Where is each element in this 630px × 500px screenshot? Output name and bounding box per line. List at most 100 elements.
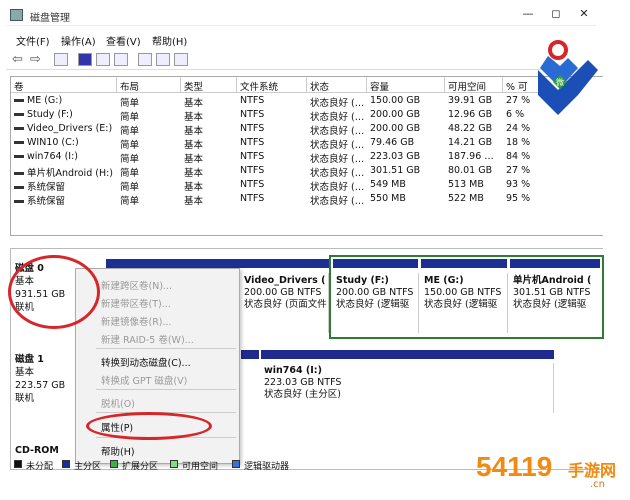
partition-win764[interactable]: win764 (I:) 223.03 GB NTFS 状态良好 (主分区) xyxy=(261,363,554,413)
menu-help[interactable]: 帮助(H) xyxy=(152,33,187,48)
volume-name-cell[interactable]: Video_Drivers (E:) xyxy=(11,123,117,137)
forward-arrow-icon[interactable]: ⇨ xyxy=(30,52,41,67)
capacity-cell: 150.00 GB xyxy=(370,95,421,106)
volume-name-cell[interactable]: 系统保留 xyxy=(11,193,117,207)
partition-bar xyxy=(241,350,259,359)
volume-name: 系统保留 xyxy=(27,196,66,207)
help-book-icon[interactable] xyxy=(78,53,92,66)
status-cell: 状态良好 (… xyxy=(310,112,365,123)
view-icon[interactable] xyxy=(114,53,128,66)
legend-primary: 主分区 xyxy=(74,462,102,472)
type-cell: 基本 xyxy=(184,98,204,109)
watermark-number: 54119 xyxy=(476,451,553,482)
capacity-cell: 301.51 GB xyxy=(370,165,421,176)
partition-bar xyxy=(333,259,418,268)
watermark-url: .cn xyxy=(590,479,606,490)
menu-bar: 文件(F) 操作(A) 查看(V) 帮助(H) xyxy=(6,30,596,48)
volume-name-cell[interactable]: Study (F:) xyxy=(11,109,117,123)
menu-new-striped-volume[interactable]: 新建带区卷(T)... xyxy=(101,296,171,310)
properties-icon[interactable] xyxy=(174,53,188,66)
menu-separator xyxy=(96,389,236,390)
minimize-button[interactable]: — xyxy=(516,6,540,22)
menu-file[interactable]: 文件(F) xyxy=(16,33,50,48)
capacity-cell: 223.03 GB xyxy=(370,151,421,162)
menu-new-mirrored-volume[interactable]: 新建镜像卷(R)... xyxy=(101,314,172,328)
free-space-cell: 48.22 GB xyxy=(448,123,493,134)
volume-name: 系统保留 xyxy=(27,182,66,193)
list-icon[interactable] xyxy=(96,53,110,66)
menu-offline[interactable]: 脱机(O) xyxy=(101,396,135,410)
menu-new-raid5-volume[interactable]: 新建 RAID-5 卷(W)... xyxy=(101,332,194,346)
volume-name: Study (F:) xyxy=(27,109,73,120)
column-header-filesystem[interactable]: 文件系统 xyxy=(237,77,307,93)
partition-status: 状态良好 (逻辑驱 xyxy=(424,299,498,310)
menu-action[interactable]: 操作(A) xyxy=(61,33,96,48)
status-cell: 状态良好 (… xyxy=(310,98,365,109)
status-cell: 状态良好 (… xyxy=(310,140,365,151)
partition-video-drivers[interactable]: Video_Drivers ( 200.00 GB NTFS 状态良好 (页面文… xyxy=(241,273,329,333)
volume-name-cell[interactable]: 单片机Android (H:) xyxy=(11,165,117,179)
volume-name-cell[interactable]: win764 (I:) xyxy=(11,151,117,165)
window-title: 磁盘管理 xyxy=(30,13,70,24)
volume-icon xyxy=(14,172,24,175)
column-header-capacity[interactable]: 容量 xyxy=(367,77,445,93)
volume-name-cell[interactable]: WIN10 (C:) xyxy=(11,137,117,151)
volume-name-cell[interactable]: 系统保留 xyxy=(11,179,117,193)
type-cell: 基本 xyxy=(184,182,204,193)
free-space-cell: 80.01 GB xyxy=(448,165,493,176)
menu-help[interactable]: 帮助(H) xyxy=(101,444,135,458)
partition-bar xyxy=(261,350,554,359)
partition-me[interactable]: ME (G:) 150.00 GB NTFS 状态良好 (逻辑驱 xyxy=(421,273,508,333)
volume-icon xyxy=(14,141,24,144)
connect-icon[interactable] xyxy=(138,53,152,66)
free-space-cell: 187.96 … xyxy=(448,151,494,162)
menu-new-spanned-volume[interactable]: 新建跨区卷(N)... xyxy=(101,278,172,292)
maximize-button[interactable]: ◻ xyxy=(544,6,568,22)
volume-icon xyxy=(14,127,24,130)
column-header-free-space[interactable]: 可用空间 xyxy=(445,77,503,93)
free-space-cell: 14.21 GB xyxy=(448,137,493,148)
type-cell: 基本 xyxy=(184,112,204,123)
status-cell: 状态良好 (… xyxy=(310,182,365,193)
menu-convert-gpt[interactable]: 转换成 GPT 磁盘(V) xyxy=(101,373,187,387)
menu-convert-dynamic[interactable]: 转换到动态磁盘(C)... xyxy=(101,355,191,369)
capacity-cell: 200.00 GB xyxy=(370,109,421,120)
watermark: 54119 手游网 .cn xyxy=(470,445,630,500)
partition-bar xyxy=(510,259,600,268)
volume-name: WIN10 (C:) xyxy=(27,137,79,148)
type-cell: 基本 xyxy=(184,140,204,151)
layout-cell: 简单 xyxy=(120,168,140,179)
volume-name-cell[interactable]: ME (G:) xyxy=(11,95,117,109)
capacity-cell: 549 MB xyxy=(370,179,406,190)
volume-icon xyxy=(14,186,24,189)
menu-view[interactable]: 查看(V) xyxy=(106,33,141,48)
capacity-cell: 550 MB xyxy=(370,193,406,204)
check-icon[interactable] xyxy=(156,53,170,66)
free-space-cell: 12.96 GB xyxy=(448,109,493,120)
layout-cell: 简单 xyxy=(120,126,140,137)
close-button[interactable]: ✕ xyxy=(572,6,596,22)
partition-android[interactable]: 单片机Android ( 301.51 GB NTFS 状态良好 (逻辑驱 xyxy=(510,273,600,333)
type-cell: 基本 xyxy=(184,196,204,207)
filesystem-cell: NTFS xyxy=(240,151,265,162)
filesystem-cell: NTFS xyxy=(240,95,265,106)
column-header-volume[interactable]: 卷 xyxy=(11,77,117,93)
back-arrow-icon[interactable]: ⇦ xyxy=(12,52,23,67)
partition-title: ME (G:) xyxy=(424,275,464,286)
legend-free-space: 可用空间 xyxy=(182,462,219,472)
legend-logical-drive: 逻辑驱动器 xyxy=(244,462,290,472)
annotation-circle xyxy=(8,255,100,329)
partition-size: 223.03 GB NTFS xyxy=(264,377,342,388)
grid-icon[interactable] xyxy=(54,53,68,66)
partition-status: 状态良好 (逻辑驱 xyxy=(513,299,587,310)
column-header-layout[interactable]: 布局 xyxy=(117,77,181,93)
column-header-status[interactable]: 状态 xyxy=(307,77,367,93)
partition-size: 301.51 GB NTFS xyxy=(513,287,591,298)
column-header-type[interactable]: 类型 xyxy=(181,77,237,93)
partition-study[interactable]: Study (F:) 200.00 GB NTFS 状态良好 (逻辑驱 xyxy=(333,273,419,333)
partition-bar xyxy=(106,259,241,268)
toolbar: ⇦ ⇨ xyxy=(6,50,596,70)
volume-table: 卷 布局 类型 文件系统 状态 容量 可用空间 % 可 ME (G:) 简单 基… xyxy=(10,76,603,236)
title-bar: 磁盘管理 — ◻ ✕ xyxy=(6,4,596,26)
menu-separator xyxy=(96,348,236,349)
